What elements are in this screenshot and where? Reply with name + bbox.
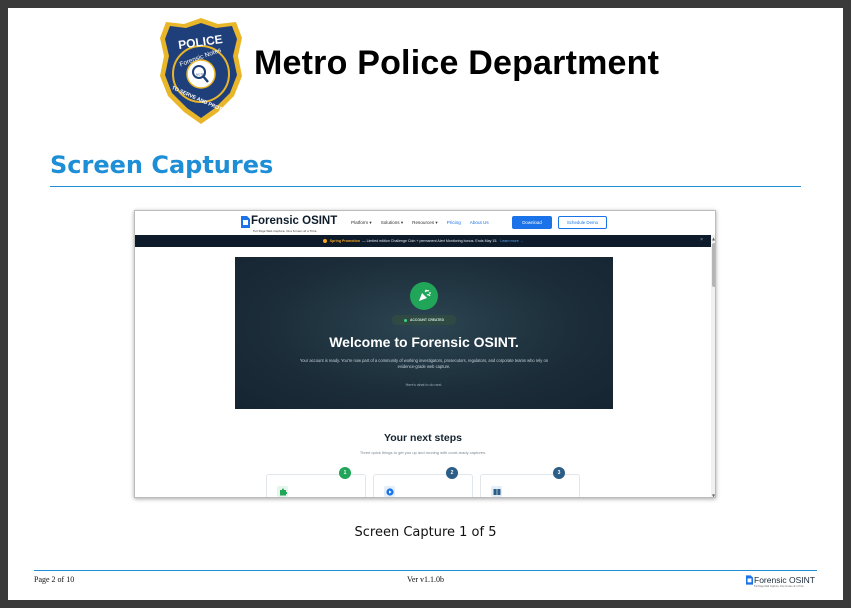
nav-link-about-us[interactable]: About Us	[470, 220, 489, 226]
hero-title: Welcome to Forensic OSINT.	[329, 334, 519, 350]
scroll-up-icon[interactable]: ▲	[712, 236, 715, 241]
step-card-3[interactable]: 3	[480, 467, 580, 497]
account-created-badge: ACCOUNT CREATED	[392, 315, 456, 325]
forensic-osint-logo-icon	[241, 216, 250, 228]
status-dot-icon	[403, 318, 407, 322]
nav-link-solutions[interactable]: Solutions ▾	[381, 220, 403, 226]
screenshot-caption: Screen Capture 1 of 5	[354, 525, 497, 540]
promo-learn-more-link[interactable]: Learn more →	[500, 239, 523, 243]
svg-text:NOTES: NOTES	[196, 73, 206, 77]
site-nav-links: Platform ▾ Solutions ▾ Resources ▾ Prici…	[351, 220, 489, 226]
department-title: Metro Police Department	[254, 44, 660, 82]
site-navbar: Forensic OSINT Full Page Web Capture, On…	[135, 211, 715, 237]
next-steps-subtitle: Three quick things to get you up and run…	[359, 450, 487, 455]
document-page: POLICE Forensic Notes TO SERVE AND PROTE…	[8, 8, 843, 600]
hero-description: Your account is ready. You're now part o…	[299, 358, 549, 370]
scrollbar-thumb[interactable]	[712, 243, 715, 287]
close-icon[interactable]: ×	[700, 237, 703, 243]
book-icon	[491, 486, 502, 497]
welcome-hero: ACCOUNT CREATED Welcome to Forensic OSIN…	[235, 257, 613, 409]
footer-logo: Forensic OSINT Full Page Web Capture, On…	[746, 574, 818, 590]
promo-label: Spring Promotion	[329, 239, 361, 243]
nav-link-pricing[interactable]: Pricing	[447, 220, 461, 226]
puzzle-icon	[277, 486, 288, 497]
download-button[interactable]: Download	[512, 216, 552, 229]
section-title: Screen Captures	[50, 151, 274, 179]
screen-capture-image: Forensic OSINT Full Page Web Capture, On…	[134, 210, 716, 498]
promo-banner: Spring Promotion — Limited edition Chall…	[135, 235, 711, 247]
promo-dot-icon	[322, 239, 327, 243]
section-divider	[50, 186, 801, 187]
nav-link-resources[interactable]: Resources ▾	[412, 220, 438, 226]
site-logo-text[interactable]: Forensic OSINT	[251, 215, 337, 227]
version-label: Ver v1.1.0b	[406, 575, 445, 584]
step-number-badge: 1	[339, 467, 351, 479]
nav-link-platform[interactable]: Platform ▾	[351, 220, 372, 226]
step-number-badge: 2	[446, 467, 458, 479]
step-card-2[interactable]: 2	[373, 467, 473, 497]
schedule-demo-button[interactable]: Schedule Demo	[558, 216, 607, 229]
forensic-osint-logo-icon	[746, 575, 753, 585]
site-logo-tagline: Full Page Web Capture, One Screen at a T…	[253, 228, 317, 233]
footer-logo-tagline: Full Page Web Capture, One Screen at a T…	[754, 585, 804, 588]
scroll-down-icon[interactable]: ▼	[712, 493, 715, 497]
promo-text: — Limited edition Challenge Coin + perma…	[362, 239, 498, 243]
play-icon	[384, 486, 395, 497]
police-badge-logo: POLICE Forensic Notes TO SERVE AND PROTE…	[160, 18, 242, 124]
next-steps-title: Your next steps	[384, 432, 462, 444]
account-created-label: ACCOUNT CREATED	[409, 318, 445, 322]
scrollbar[interactable]: ▲ ▼	[711, 235, 715, 497]
footer-divider	[34, 570, 817, 571]
celebration-icon	[410, 282, 438, 310]
step-number-badge: 3	[553, 467, 565, 479]
hero-note: Here's what to do next.	[405, 383, 443, 387]
step-card-1[interactable]: 1	[266, 467, 366, 497]
footer-logo-text: Forensic OSINT	[754, 575, 815, 585]
